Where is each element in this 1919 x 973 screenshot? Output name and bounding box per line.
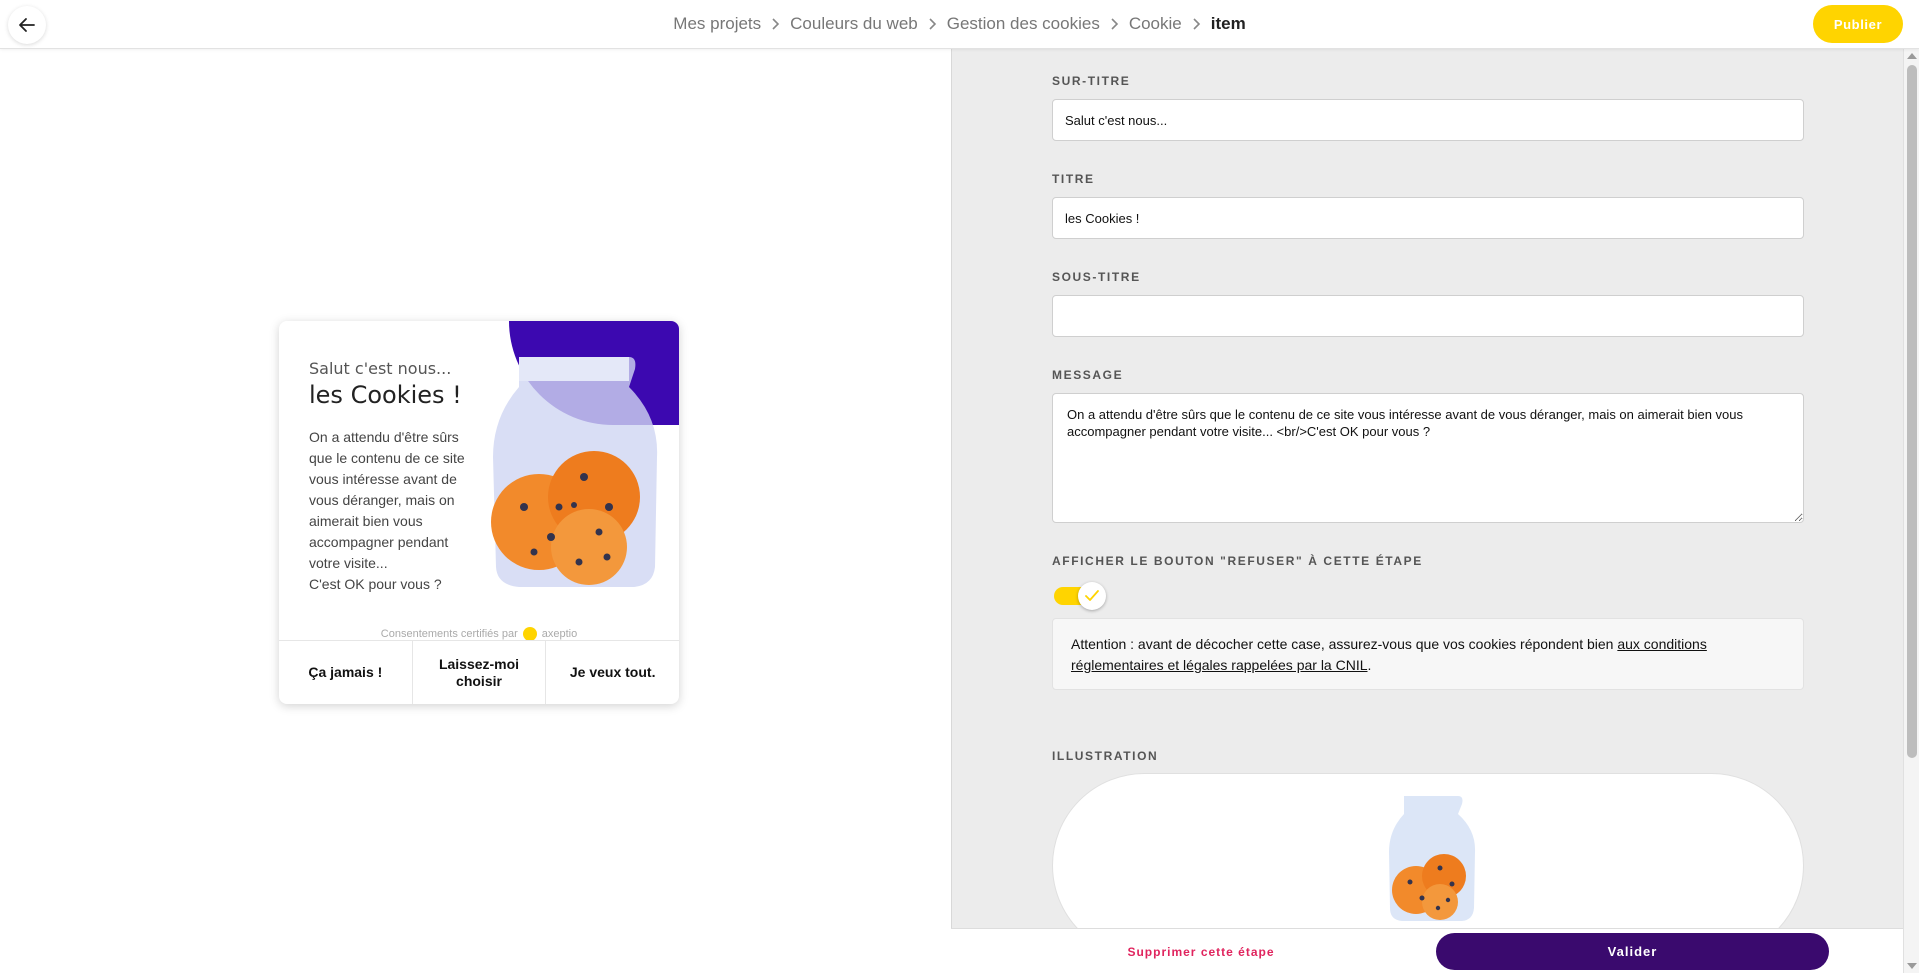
message-label: MESSAGE [1052,368,1124,382]
preview-actions: Ça jamais ! Laissez-moi choisir Je veux … [279,640,679,704]
preview-message-end: C'est OK pour vous ? [309,576,442,592]
scroll-down-arrow-icon[interactable] [1907,963,1917,969]
choose-button[interactable]: Laissez-moi choisir [413,641,547,704]
panel-footer: Supprimer cette étape Valider [951,928,1903,973]
breadcrumb-item-projects[interactable]: Mes projets [673,14,761,34]
scroll-up-arrow-icon[interactable] [1907,53,1917,59]
publish-button[interactable]: Publier [1813,5,1903,43]
titre-label: TITRE [1052,172,1095,186]
preview-pretitle: Salut c'est nous... [309,359,452,378]
refuse-toggle-label: AFFICHER LE BOUTON "REFUSER" À CETTE ÉTA… [1052,554,1423,568]
refuse-button-toggle[interactable] [1054,581,1106,611]
chevron-right-icon [1192,18,1201,30]
cookie-jar-illustration [491,357,658,587]
brand-name: axeptio [541,628,578,640]
warning-text: Attention : avant de décocher cette case… [1071,636,1618,652]
chevron-right-icon [771,18,780,30]
preview-message: On a attendu d'être sûrs que le contenu … [309,427,469,595]
breadcrumb-item-project[interactable]: Couleurs du web [790,14,918,34]
cookie-banner-preview: Salut c'est nous... les Cookies ! On a a… [279,321,679,704]
titre-input[interactable] [1052,197,1804,239]
toggle-knob [1078,582,1106,610]
accept-all-button[interactable]: Je veux tout. [546,641,679,704]
soustitre-label: SOUS-TITRE [1052,270,1141,284]
surtitre-label: SUR-TITRE [1052,74,1131,88]
check-icon [1085,590,1099,601]
cnil-warning: Attention : avant de décocher cette case… [1052,618,1804,690]
illustration-label: ILLUSTRATION [1052,749,1159,763]
soustitre-input[interactable] [1052,295,1804,337]
breadcrumb: Mes projets Couleurs du web Gestion des … [0,0,1919,48]
certification-text: Consentements certifiés par [380,628,518,640]
message-textarea[interactable]: On a attendu d'être sûrs que le contenu … [1052,393,1804,523]
breadcrumb-item-cookie[interactable]: Cookie [1129,14,1182,34]
surtitre-input[interactable] [1052,99,1804,141]
panel-scrollbar[interactable] [1903,49,1919,973]
refuse-all-button[interactable]: Ça jamais ! [279,641,413,704]
top-bar: Mes projets Couleurs du web Gestion des … [0,0,1919,49]
chevron-right-icon [1110,18,1119,30]
preview-title: les Cookies ! [309,381,462,409]
illustration-thumbnail [1389,796,1476,921]
validate-button[interactable]: Valider [1436,933,1829,970]
breadcrumb-item-cookie-management[interactable]: Gestion des cookies [947,14,1100,34]
delete-step-button[interactable]: Supprimer cette étape [1101,929,1301,973]
warning-end: . [1367,657,1372,673]
preview-message-text: On a attendu d'être sûrs que le contenu … [309,429,465,571]
preview-area: Salut c'est nous... les Cookies ! On a a… [0,49,951,973]
chevron-right-icon [928,18,937,30]
breadcrumb-item-current: item [1210,14,1246,33]
scrollbar-thumb[interactable] [1907,65,1917,758]
